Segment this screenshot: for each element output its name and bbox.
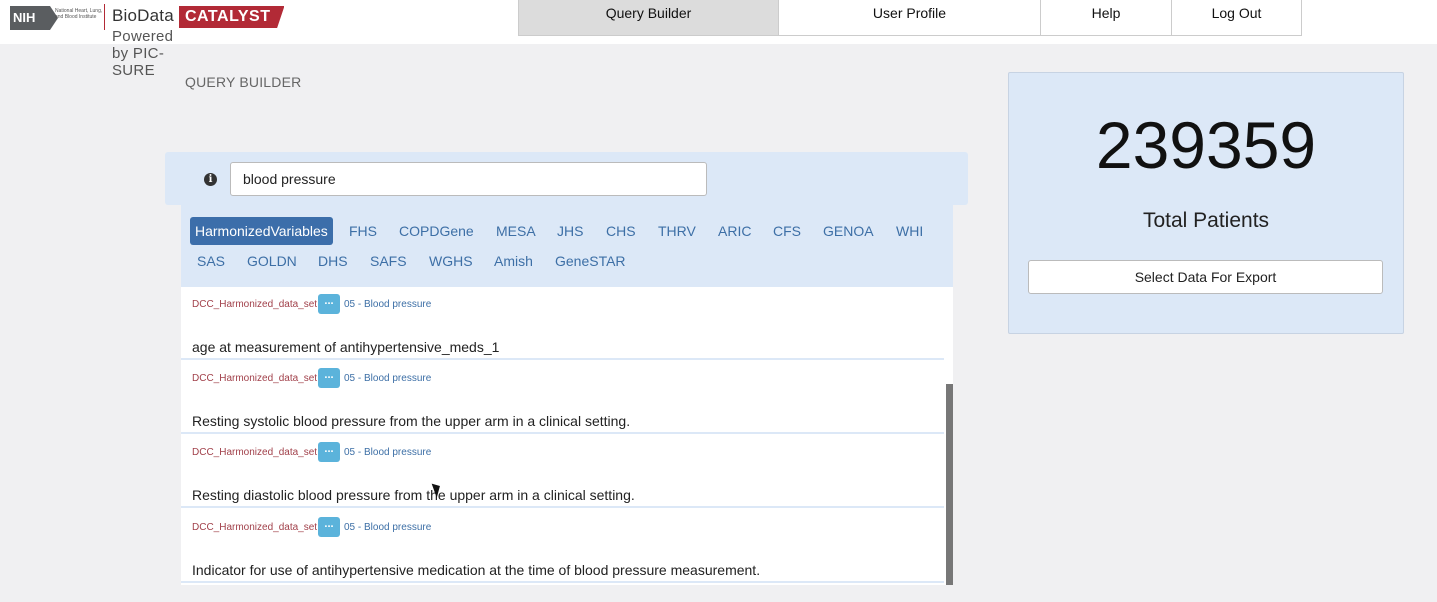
more-info-button[interactable]: ... — [318, 442, 340, 462]
result-dataset: DCC_Harmonized_data_set — [192, 447, 318, 458]
patient-count-label: Total Patients — [1142, 209, 1270, 232]
result-description: Resting diastolic blood pressure from th… — [192, 487, 635, 503]
list-item[interactable]: DCC_Harmonized_data_set ... 05 - Blood p… — [181, 362, 944, 434]
study-tabs: HarmonizedVariables FHS COPDGene MESA JH… — [181, 205, 953, 287]
results-scrollbar-thumb[interactable] — [946, 384, 953, 585]
search-input[interactable] — [230, 162, 707, 196]
study-tab-chs[interactable]: CHS — [601, 217, 641, 245]
result-description: Resting systolic blood pressure from the… — [192, 413, 631, 429]
result-dataset: DCC_Harmonized_data_set — [192, 373, 318, 384]
nav-tab-user-profile[interactable]: User Profile — [778, 0, 1041, 36]
list-item[interactable]: DCC_Harmonized_data_set ... 05 - Blood p… — [181, 511, 944, 583]
logo-catalyst-banner: CATALYST — [179, 6, 285, 28]
more-info-button[interactable]: ... — [318, 294, 340, 314]
select-data-export-button[interactable]: Select Data For Export — [1028, 260, 1383, 294]
result-description: Indicator for use of antihypertensive me… — [192, 562, 761, 578]
list-item[interactable]: DCC_Harmonized_data_set ... 05 - Blood p… — [181, 288, 944, 360]
study-tab-sas[interactable]: SAS — [192, 247, 230, 275]
nav-tab-help[interactable]: Help — [1040, 0, 1172, 36]
result-category: 05 - Blood pressure — [344, 447, 432, 458]
result-dataset: DCC_Harmonized_data_set — [192, 522, 318, 533]
study-tab-fhs[interactable]: FHS — [344, 217, 382, 245]
study-tab-aric[interactable]: ARIC — [713, 217, 756, 245]
more-info-button[interactable]: ... — [318, 517, 340, 537]
result-dataset: DCC_Harmonized_data_set — [192, 299, 318, 310]
result-category: 05 - Blood pressure — [344, 522, 432, 533]
study-tab-wghs[interactable]: WGHS — [424, 247, 478, 275]
app-header: NIH National Heart, Lung, and Blood Inst… — [0, 0, 1437, 79]
info-icon[interactable]: i — [204, 173, 217, 186]
logo-divider — [104, 4, 105, 30]
page-title: QUERY BUILDER — [185, 74, 302, 90]
study-tab-whi[interactable]: WHI — [891, 217, 928, 245]
study-tab-thrv[interactable]: THRV — [653, 217, 701, 245]
patient-count-panel: 239359 Total Patients Select Data For Ex… — [1008, 72, 1404, 334]
nav-tab-query-builder[interactable]: Query Builder — [518, 0, 779, 36]
nav-tab-log-out[interactable]: Log Out — [1171, 0, 1302, 36]
logo-biodata-text: BioData — [112, 6, 174, 25]
study-tab-harmonizedvariables[interactable]: HarmonizedVariables — [190, 217, 333, 245]
nih-logo-text: National Heart, Lung, and Blood Institut… — [55, 8, 103, 20]
patient-count: 239359 — [1095, 108, 1317, 182]
study-tab-goldn[interactable]: GOLDN — [242, 247, 302, 275]
study-tab-genoa[interactable]: GENOA — [818, 217, 879, 245]
nih-logo-mark: NIH — [10, 6, 58, 30]
more-info-button[interactable]: ... — [318, 368, 340, 388]
study-tab-dhs[interactable]: DHS — [313, 247, 353, 275]
result-category: 05 - Blood pressure — [344, 299, 432, 310]
study-tab-jhs[interactable]: JHS — [552, 217, 588, 245]
list-item[interactable]: DCC_Harmonized_data_set ... 05 - Blood p… — [181, 436, 944, 508]
study-tab-mesa[interactable]: MESA — [491, 217, 541, 245]
study-tab-genestar[interactable]: GeneSTAR — [550, 247, 631, 275]
result-category: 05 - Blood pressure — [344, 373, 432, 384]
study-tab-amish[interactable]: Amish — [489, 247, 538, 275]
study-tab-safs[interactable]: SAFS — [365, 247, 412, 275]
result-description: age at measurement of antihypertensive_m… — [192, 339, 500, 355]
study-tab-copdgene[interactable]: COPDGene — [394, 217, 479, 245]
logo-powered-by: Powered by PIC-SURE — [112, 28, 174, 79]
study-tab-cfs[interactable]: CFS — [768, 217, 806, 245]
